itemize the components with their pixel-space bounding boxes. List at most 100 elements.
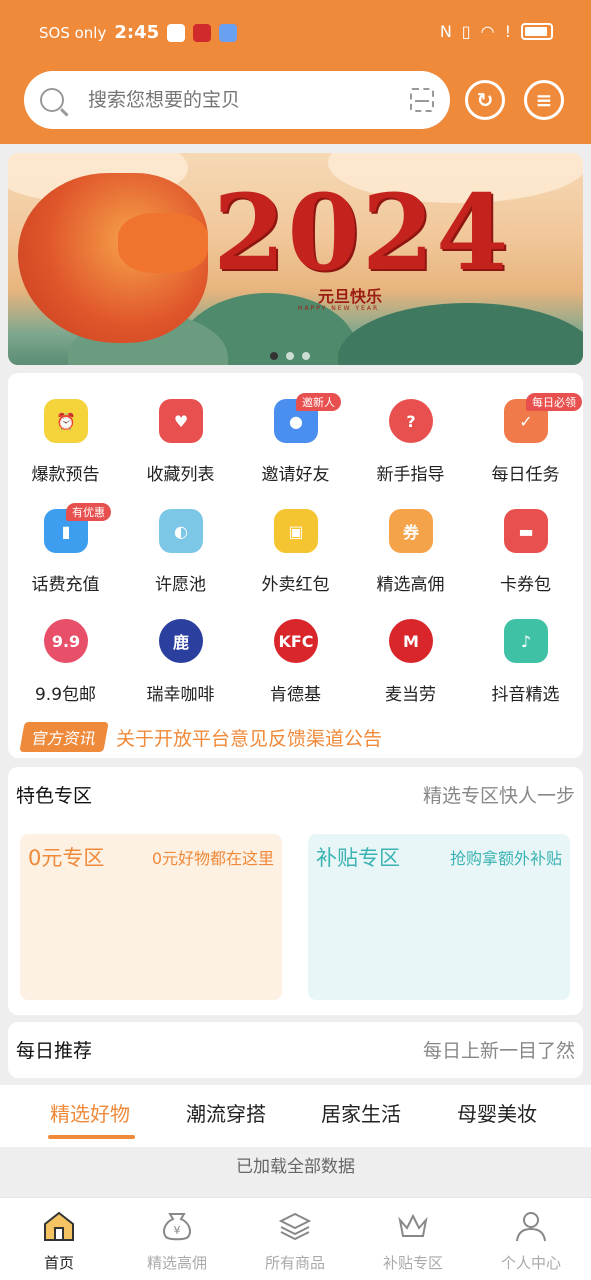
nav-all-products[interactable]: 所有商品 [236,1198,354,1280]
shortcut-label: 瑞幸咖啡 [146,685,215,705]
pagination-dot[interactable] [270,352,278,360]
shortcut-user[interactable]: ● 邀请好友 邀新人 [238,373,353,485]
zone-title: 补贴专区 [316,846,400,870]
shortcut-coupon[interactable]: 券精选高佣 [353,483,468,595]
alarm-clock-icon: ⏰ [44,399,88,443]
shortcut-wallet[interactable]: ▬ 卡券包 [468,483,583,595]
shortcut-label: 9.9包邮 [34,685,97,705]
shortcut-grid: ⏰ 爆款预告 ♥ 收藏列表 ● 邀请好友 邀新人? 新手指导 ✓ 每日任务 每日必领 ▮ 话费充值 有优惠… [8,373,583,758]
daily-recommend-section: 每日推荐 每日上新一目了然 [8,1022,583,1078]
status-bar: SOS only 2:45 N ▯ ◠ ! [0,0,591,64]
promo-badge: 有优惠 [66,503,111,521]
shortcut-phone[interactable]: ▮ 话费充值 有优惠 [8,483,123,595]
search-icon [40,88,64,112]
home-icon [44,1211,74,1241]
wifi-icon: ◠ [480,22,495,41]
promo-badge: 邀新人 [296,393,341,411]
question-icon: ? [389,399,433,443]
zone-title: 0元专区 [28,846,105,870]
clock: 2:45 [114,22,160,43]
shortcut-kfc[interactable]: KFC 肯德基 [238,593,353,705]
pagination-dot[interactable] [286,352,294,360]
nav-high-commission[interactable]: ¥ 精选高佣 [118,1198,236,1280]
tab-home-living[interactable]: 居家生活 [321,1098,401,1127]
person-icon [516,1212,546,1242]
tab-fashion[interactable]: 潮流穿搭 [186,1098,266,1127]
shortcut-label: 邀请好友 [261,465,330,485]
shortcut-label: 收藏列表 [146,465,215,485]
tab-selected-goods[interactable]: 精选好物 [50,1098,130,1127]
app-notification-icon [167,23,186,42]
nav-label: 精选高佣 [146,1254,207,1272]
category-tabs: 精选好物 潮流穿搭 居家生活 母婴美妆 [0,1085,591,1147]
tab-indicator [48,1135,135,1139]
section-subtitle: 精选专区快人一步 [422,785,575,807]
nfc-icon: N [439,22,452,41]
shortcut-label: 肯德基 [270,685,321,705]
shortcut-label: 每日任务 [491,465,560,485]
wallet-icon: ▬ [504,509,548,553]
shortcut-nine-nine[interactable]: 9.9 9.9包邮 [8,593,123,705]
app-notification-icon [219,23,238,42]
douyin-icon: ♪ [504,619,548,663]
shortcut-mcdonalds[interactable]: M 麦当劳 [353,593,468,705]
shortcut-label: 外卖红包 [261,575,330,595]
shortcut-label: 新手指导 [376,465,445,485]
section-title: 每日推荐 [16,1040,93,1062]
news-ticker[interactable]: 官方资讯 关于开放平台意见反馈渠道公告 [19,722,382,752]
zone-subtitle: 0元好物都在这里 [151,849,274,868]
layers-icon [278,1212,312,1241]
nav-profile[interactable]: 个人中心 [472,1198,590,1280]
shortcut-label: 爆款预告 [31,465,100,485]
shortcut-alarm-clock[interactable]: ⏰ 爆款预告 [8,373,123,485]
load-status: 已加载全部数据 [236,1157,355,1177]
search-input[interactable] [88,89,378,111]
tab-baby-beauty[interactable]: 母婴美妆 [457,1098,537,1127]
mcdonalds-icon: M [389,619,433,663]
crown-icon [398,1213,428,1237]
shortcut-calendar-check[interactable]: ✓ 每日任务 每日必领 [468,373,583,485]
zone-subtitle: 抢购拿额外补贴 [449,849,562,868]
header: SOS only 2:45 N ▯ ◠ ! ↻ ≡ [0,0,591,144]
shortcut-douyin[interactable]: ♪ 抖音精选 [468,593,583,705]
zero-yuan-zone[interactable]: 0元专区 0元好物都在这里 [20,834,282,1000]
vibrate-icon: ▯ [461,22,471,41]
shortcut-heart[interactable]: ♥ 收藏列表 [123,373,238,485]
news-text[interactable]: 关于开放平台意见反馈渠道公告 [116,724,382,751]
news-tag: 官方资讯 [19,722,109,752]
subsidy-zone[interactable]: 补贴专区 抢购拿额外补贴 [308,834,570,1000]
shortcut-label: 抖音精选 [491,685,560,705]
promo-banner[interactable]: 2024 元旦快乐 HAPPY NEW YEAR [8,153,583,365]
nav-home[interactable]: 首页 [0,1198,118,1280]
banner-subtitle-en: HAPPY NEW YEAR [298,305,380,312]
scan-icon[interactable] [410,88,434,112]
bottom-nav: 首页 ¥ 精选高佣 所有商品 补贴专区 个人中心 [0,1197,591,1280]
pagination-dot[interactable] [302,352,310,360]
svg-text:¥: ¥ [174,1224,181,1237]
kfc-icon: KFC [274,619,318,663]
money-bag-icon: ¥ [163,1213,191,1241]
banner-subtitle: 元旦快乐 [318,287,383,306]
delivery-icon: ▣ [274,509,318,553]
shortcut-label: 精选高佣 [376,575,445,595]
banner-pagination [270,352,310,360]
coupon-icon: 券 [389,509,433,553]
message-icon[interactable]: ≡ [524,80,564,120]
nav-label: 个人中心 [500,1254,561,1272]
shortcut-label: 许愿池 [155,575,206,595]
nine-nine-icon: 9.9 [44,619,88,663]
nav-subsidy[interactable]: 补贴专区 [354,1198,472,1280]
heart-icon: ♥ [159,399,203,443]
wish-bottle-icon: ◐ [159,509,203,553]
search-bar[interactable] [24,71,450,129]
carrier-text: SOS only [39,23,107,42]
shortcut-question[interactable]: ? 新手指导 [353,373,468,485]
battery-icon [521,23,553,40]
shortcut-wish-bottle[interactable]: ◐ 许愿池 [123,483,238,595]
refresh-icon[interactable]: ↻ [465,80,505,120]
shortcut-luckin-deer[interactable]: 鹿瑞幸咖啡 [123,593,238,705]
special-section: 特色专区 精选专区快人一步 0元专区 0元好物都在这里 补贴专区 抢购拿额外补贴 [8,767,583,1015]
app-notification-icon [193,23,212,42]
shortcut-delivery[interactable]: ▣ 外卖红包 [238,483,353,595]
alert-icon: ! [504,22,511,41]
